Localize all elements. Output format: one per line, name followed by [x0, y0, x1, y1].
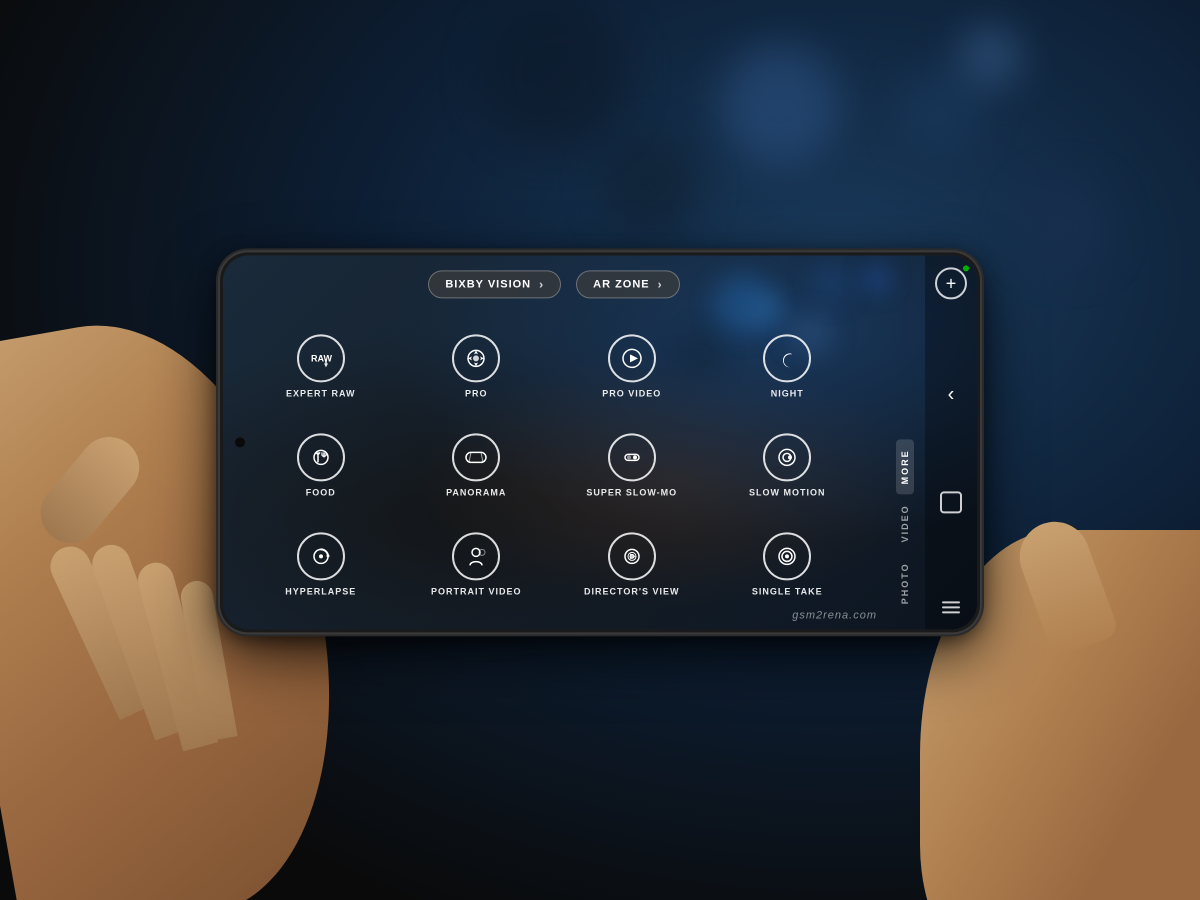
tab-video[interactable]: VIDEO: [896, 495, 914, 553]
super-slow-mo-label: SUPER SLOW-MO: [586, 487, 677, 497]
single-take-icon: [763, 533, 811, 581]
pro-video-icon: [608, 334, 656, 382]
expert-raw-icon: RAW: [297, 334, 345, 382]
add-button[interactable]: +: [935, 267, 967, 299]
food-label: FOOD: [306, 487, 336, 497]
phone-frame: BIXBY VISION › AR ZONE ›: [220, 252, 980, 632]
svg-text:RAW: RAW: [311, 353, 333, 363]
panorama-label: PANORAMA: [446, 487, 506, 497]
night-icon: [763, 334, 811, 382]
mode-portrait-video[interactable]: PORTRAIT VIDEO: [399, 515, 555, 614]
hyperlapse-icon: [297, 533, 345, 581]
tab-more[interactable]: MORE: [896, 440, 914, 495]
bixby-vision-button[interactable]: BIXBY VISION ›: [428, 270, 561, 298]
directors-view-icon: [608, 533, 656, 581]
night-label: NIGHT: [771, 388, 804, 398]
phone-screen: BIXBY VISION › AR ZONE ›: [223, 255, 977, 629]
top-feature-buttons: BIXBY VISION › AR ZONE ›: [243, 270, 865, 298]
background: BIXBY VISION › AR ZONE ›: [0, 0, 1200, 900]
mode-panorama[interactable]: PANORAMA: [399, 416, 555, 515]
portrait-video-icon: [452, 533, 500, 581]
mode-hyperlapse[interactable]: HYPERLAPSE: [243, 515, 399, 614]
mode-food[interactable]: FOOD: [243, 416, 399, 515]
pro-video-label: PRO VIDEO: [602, 388, 661, 398]
pro-label: PRO: [465, 388, 488, 398]
bixby-label: BIXBY VISION: [445, 278, 531, 290]
panorama-icon: [452, 433, 500, 481]
mode-directors-view[interactable]: DIRECTOR'S VIEW: [554, 515, 710, 614]
system-nav-panel: + ‹: [925, 255, 977, 629]
mode-slow-motion[interactable]: SLOW MOTION: [710, 416, 866, 515]
recents-button[interactable]: [938, 597, 964, 617]
hyperlapse-label: HYPERLAPSE: [285, 587, 356, 597]
mode-single-take[interactable]: SINGLE TAKE: [710, 515, 866, 614]
arzone-label: AR ZONE: [593, 278, 650, 290]
bixby-arrow: ›: [539, 277, 544, 291]
mode-super-slow-mo[interactable]: SUPER SLOW-MO: [554, 416, 710, 515]
recents-line-2: [942, 606, 960, 608]
camera-modes-area: BIXBY VISION › AR ZONE ›: [223, 255, 885, 629]
directors-view-label: DIRECTOR'S VIEW: [584, 587, 679, 597]
back-button[interactable]: ‹: [948, 384, 955, 407]
pro-icon: [452, 334, 500, 382]
slow-motion-icon: [763, 433, 811, 481]
mode-expert-raw[interactable]: RAW EXPERT RAW: [243, 316, 399, 415]
recents-line-3: [942, 611, 960, 613]
expert-raw-label: EXPERT RAW: [286, 388, 356, 398]
food-icon: [297, 433, 345, 481]
tab-photo[interactable]: PHOTO: [896, 553, 914, 615]
recents-line-1: [942, 601, 960, 603]
super-slow-mo-icon: [608, 433, 656, 481]
home-button[interactable]: [940, 491, 962, 513]
portrait-video-label: PORTRAIT VIDEO: [431, 587, 522, 597]
watermark: gsm2rena.com: [792, 609, 877, 621]
arzone-arrow: ›: [658, 277, 663, 291]
ar-zone-button[interactable]: AR ZONE ›: [576, 270, 680, 298]
single-take-label: SINGLE TAKE: [752, 587, 823, 597]
mode-night[interactable]: NIGHT: [710, 316, 866, 415]
mode-pro[interactable]: PRO: [399, 316, 555, 415]
camera-mode-tabs: MORE VIDEO PHOTO: [885, 255, 925, 629]
mode-pro-video[interactable]: PRO VIDEO: [554, 316, 710, 415]
camera-modes-grid: RAW EXPERT RAW: [243, 316, 865, 614]
slow-motion-label: SLOW MOTION: [749, 487, 826, 497]
